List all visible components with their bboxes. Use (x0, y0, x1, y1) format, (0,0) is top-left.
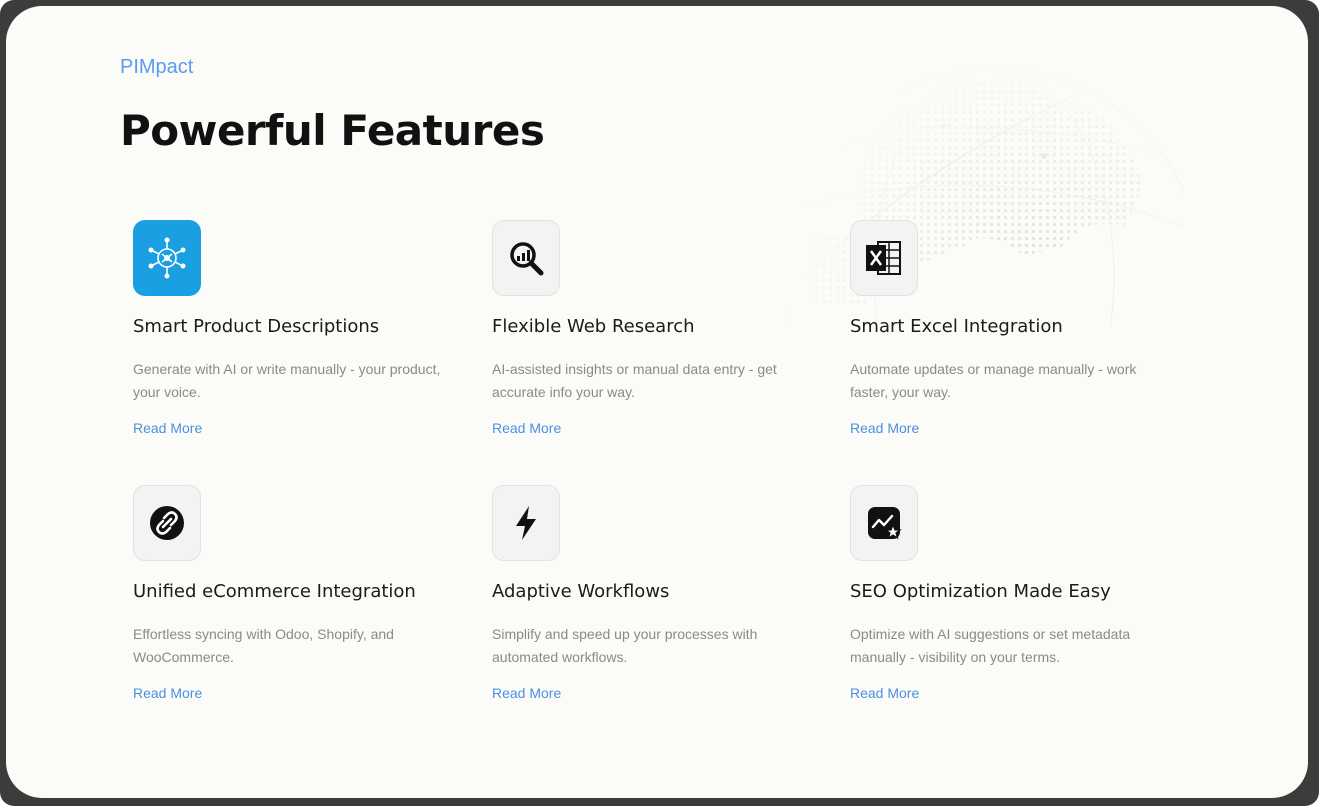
feature-description: Effortless syncing with Odoo, Shopify, a… (133, 626, 394, 665)
read-more-link[interactable]: Read More (850, 420, 919, 436)
feature-card-unified-ecommerce-integration: Unified eCommerce Integration Effortless… (133, 485, 463, 725)
feature-icon-box (133, 485, 201, 561)
features-section: PIMpact Powerful Features Smart Product … (6, 6, 1308, 798)
feature-card-flexible-web-research: Flexible Web Research AI-assisted insigh… (492, 220, 822, 460)
brand-label: PIMpact (120, 56, 194, 78)
read-more-link[interactable]: Read More (492, 420, 561, 436)
read-more-link[interactable]: Read More (850, 685, 919, 701)
feature-icon-box (492, 220, 560, 296)
feature-title: SEO Optimization Made Easy (850, 581, 1111, 602)
feature-description: Generate with AI or write manually - you… (133, 361, 441, 400)
read-more-link[interactable]: Read More (492, 685, 561, 701)
feature-description: Automate updates or manage manually - wo… (850, 361, 1137, 400)
magnifier-chart-icon (510, 242, 544, 276)
feature-description: Optimize with AI suggestions or set meta… (850, 626, 1131, 665)
feature-title: Adaptive Workflows (492, 581, 670, 602)
feature-description: AI-assisted insights or manual data entr… (492, 361, 777, 400)
feature-card-smart-product-descriptions: Smart Product Descriptions Generate with… (133, 220, 463, 460)
window-frame: PIMpact Powerful Features Smart Product … (0, 0, 1319, 806)
feature-title: Smart Excel Integration (850, 316, 1063, 337)
ai-network-icon (148, 237, 186, 279)
feature-card-seo-optimization: SEO Optimization Made Easy Optimize with… (850, 485, 1180, 725)
link-circle-icon (150, 506, 184, 540)
feature-title: Unified eCommerce Integration (133, 581, 416, 602)
feature-icon-box (133, 220, 201, 296)
feature-card-smart-excel-integration: Smart Excel Integration Automate updates… (850, 220, 1180, 460)
read-more-link[interactable]: Read More (133, 420, 202, 436)
feature-icon-box (850, 485, 918, 561)
page-title: Powerful Features (120, 106, 545, 155)
excel-icon (866, 241, 901, 275)
feature-title: Flexible Web Research (492, 316, 695, 337)
feature-card-adaptive-workflows: Adaptive Workflows Simplify and speed up… (492, 485, 822, 725)
feature-title: Smart Product Descriptions (133, 316, 380, 337)
feature-description: Simplify and speed up your processes wit… (492, 626, 758, 665)
feature-icon-box (492, 485, 560, 561)
lightning-icon (516, 506, 536, 540)
read-more-link[interactable]: Read More (133, 685, 202, 701)
feature-icon-box (850, 220, 918, 296)
seo-chart-star-icon (868, 507, 902, 540)
